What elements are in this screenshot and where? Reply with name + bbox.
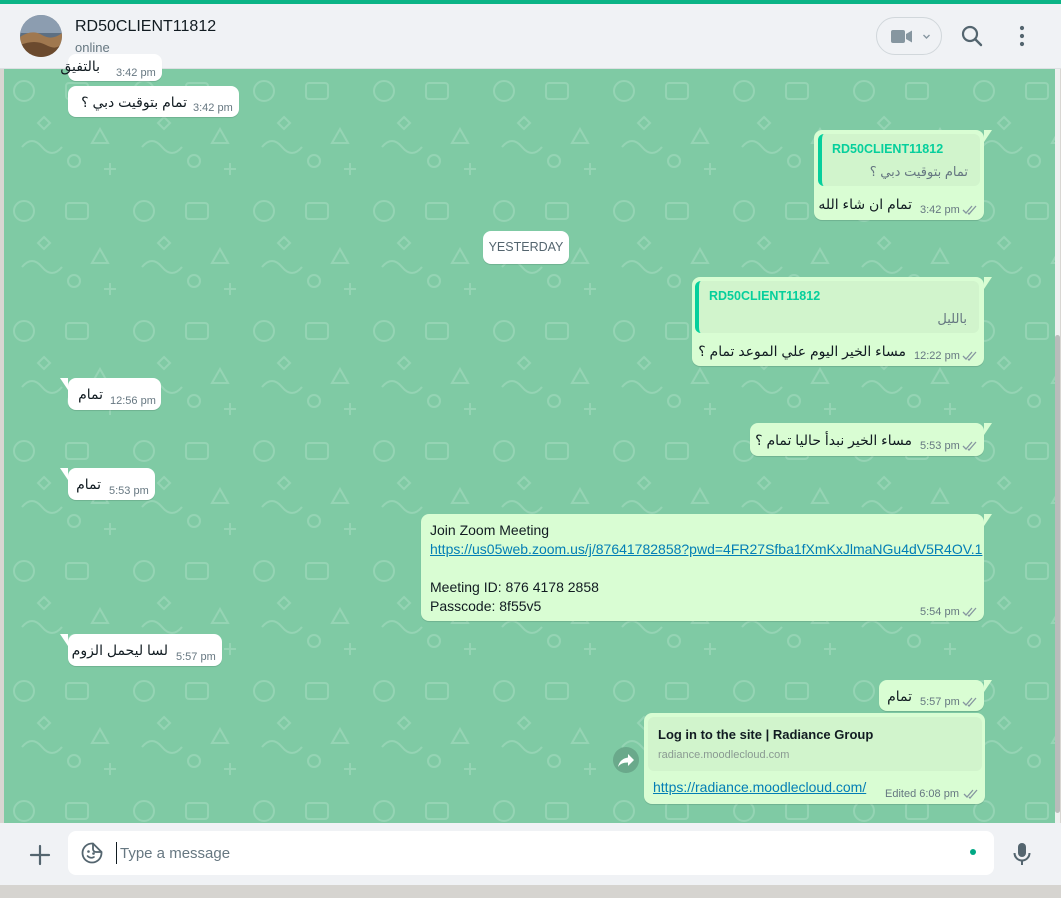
contact-name[interactable]: RD50CLIENT11812 xyxy=(75,18,216,36)
message-time: 5:57 pm xyxy=(920,696,960,708)
message-bubble-outgoing[interactable]: RD50CLIENT11812 تمام بتوقيت دبي ؟ تمام ا… xyxy=(814,130,992,220)
bubble-tail xyxy=(984,130,992,142)
forward-button[interactable] xyxy=(613,747,639,773)
message-time: 12:56 pm xyxy=(110,395,156,407)
message-time: Edited 6:08 pm xyxy=(885,788,959,800)
bubble-tail xyxy=(984,423,992,435)
contact-avatar[interactable] xyxy=(20,15,62,57)
message-time: 3:42 pm xyxy=(920,204,960,216)
message-bubble-outgoing[interactable]: مساء الخير نبدأ حاليا تمام ؟ 5:53 pm xyxy=(750,423,992,456)
double-check-icon xyxy=(962,607,977,617)
double-check-icon xyxy=(962,441,977,451)
attach-button[interactable] xyxy=(27,842,53,868)
bubble-tail xyxy=(60,468,68,480)
message-input-box[interactable] xyxy=(68,831,994,875)
chevron-down-icon xyxy=(923,34,930,39)
message-bubble-incoming[interactable]: تمام 5:53 pm xyxy=(60,468,155,500)
meeting-id-text: Meeting ID: 876 4178 2858 xyxy=(430,579,599,595)
double-check-icon xyxy=(962,697,977,707)
microphone-icon xyxy=(1013,843,1031,865)
quoted-sender: RD50CLIENT11812 xyxy=(832,142,944,156)
message-text: تمام xyxy=(76,476,101,492)
passcode-text: Passcode: 8f55v5 xyxy=(430,598,542,614)
message-time: 5:57 pm xyxy=(176,651,216,663)
quoted-text: بالليل xyxy=(937,311,967,326)
message-bubble-outgoing[interactable]: Join Zoom Meeting https://us05web.zoom.u… xyxy=(421,514,992,621)
bubble-tail xyxy=(984,514,992,526)
date-divider: YESTERDAY xyxy=(483,231,569,264)
chat-scrollbar-thumb[interactable] xyxy=(1055,335,1060,813)
composer-bar xyxy=(0,823,1061,885)
message-bubble-outgoing[interactable]: تمام 5:57 pm xyxy=(879,680,992,711)
menu-button[interactable] xyxy=(1009,23,1035,49)
quoted-message[interactable]: RD50CLIENT11812 بالليل xyxy=(695,281,979,333)
status-dot xyxy=(970,849,976,855)
whatsapp-web-app: RD50CLIENT11812 online بالتفيق 3:42 pm ت… xyxy=(0,0,1061,898)
emoji-button[interactable] xyxy=(80,841,104,865)
video-camera-icon xyxy=(891,30,912,43)
bubble-tail xyxy=(60,378,68,390)
link-preview-title: Log in to the site | Radiance Group xyxy=(658,727,874,742)
quoted-sender: RD50CLIENT11812 xyxy=(709,289,821,303)
bubble-tail xyxy=(60,634,68,646)
message-text: مساء الخير اليوم علي الموعد تمام ؟ xyxy=(698,343,906,359)
window-bottom-strip xyxy=(0,885,1061,898)
message-time: 5:54 pm xyxy=(920,606,960,618)
link-preview-card[interactable]: Log in to the site | Radiance Group radi… xyxy=(648,717,982,771)
message-text: لسا ليحمل الزوم xyxy=(71,642,168,658)
message-text: تمام ان شاء الله xyxy=(818,196,912,212)
message-time: 5:53 pm xyxy=(920,440,960,452)
zoom-link[interactable]: https://us05web.zoom.us/j/87641782858?pw… xyxy=(430,541,982,557)
moodle-link[interactable]: https://radiance.moodlecloud.com/ xyxy=(653,779,866,795)
double-check-icon xyxy=(962,351,977,361)
message-bubble-incoming[interactable]: لسا ليحمل الزوم 5:57 pm xyxy=(60,634,222,666)
forward-icon xyxy=(618,754,634,767)
message-bubble-incoming[interactable]: بالتفيق 3:42 pm xyxy=(60,54,162,81)
message-time: 3:42 pm xyxy=(116,67,156,79)
sticker-emoji-icon xyxy=(81,842,103,864)
message-bubble-outgoing[interactable]: RD50CLIENT11812 بالليل مساء الخير اليوم … xyxy=(692,277,992,366)
search-icon xyxy=(961,25,983,47)
menu-dots-icon xyxy=(1019,25,1025,47)
message-time: 3:42 pm xyxy=(193,102,233,114)
link-preview-domain: radiance.moodlecloud.com xyxy=(658,749,790,761)
search-button[interactable] xyxy=(959,23,985,49)
message-text: تمام xyxy=(887,688,912,704)
bubble-tail xyxy=(984,277,992,289)
message-bubble-incoming[interactable]: تمام 12:56 pm xyxy=(60,378,161,410)
message-text: Join Zoom Meeting xyxy=(430,522,550,538)
plus-icon xyxy=(29,844,51,866)
quoted-message[interactable]: RD50CLIENT11812 تمام بتوقيت دبي ؟ xyxy=(818,134,980,186)
message-time: 12:22 pm xyxy=(914,350,960,362)
message-time: 5:53 pm xyxy=(109,485,149,497)
video-call-button[interactable] xyxy=(876,17,942,55)
message-text: تمام xyxy=(78,386,103,402)
message-input[interactable] xyxy=(116,842,956,864)
quoted-text: تمام بتوقيت دبي ؟ xyxy=(869,164,968,179)
message-text: مساء الخير نبدأ حاليا تمام ؟ xyxy=(755,432,912,448)
message-bubble-incoming[interactable]: تمام بتوقيت دبي ؟ 3:42 pm xyxy=(68,86,239,117)
bubble-tail xyxy=(984,680,992,692)
message-text: تمام بتوقيت دبي ؟ xyxy=(81,94,187,110)
contact-status: online xyxy=(75,40,110,55)
voice-message-button[interactable] xyxy=(1010,841,1034,867)
message-text: بالتفيق xyxy=(60,58,100,74)
double-check-icon xyxy=(963,789,978,799)
double-check-icon xyxy=(962,205,977,215)
